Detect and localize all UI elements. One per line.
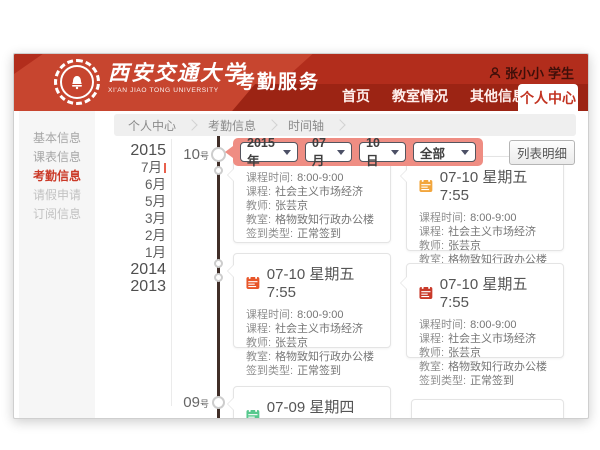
caret-down-icon: [283, 150, 291, 155]
user-role: 学生: [548, 63, 574, 82]
person-icon: [489, 67, 501, 79]
breadcrumb-personal-center[interactable]: 个人中心: [128, 117, 176, 134]
app-header: 西安交通大学 XI'AN JIAO TONG UNIVERSITY 考勤服务 张…: [14, 54, 588, 111]
day-select[interactable]: 10日: [359, 142, 406, 162]
card-title: 07-10 星期五 7:55: [440, 273, 551, 311]
month-item-7[interactable]: 7月: [109, 159, 166, 176]
chevron-right-icon: [334, 119, 345, 130]
university-name-en: XI'AN JIAO TONG UNIVERSITY: [108, 87, 246, 94]
day-marker-10: 10号: [172, 146, 209, 163]
chevron-right-icon: [266, 119, 277, 130]
breadcrumb-attendance-info[interactable]: 考勤信息: [208, 117, 256, 134]
chevron-right-icon: [186, 119, 197, 130]
card-notch: [227, 397, 234, 411]
caret-down-icon: [391, 150, 399, 155]
year-item-2015[interactable]: 2015: [109, 142, 166, 159]
month-item-6[interactable]: 6月: [109, 176, 166, 193]
attendance-app-window: 西安交通大学 XI'AN JIAO TONG UNIVERSITY 考勤服务 张…: [13, 53, 589, 419]
date-filter-bar: 2015年 07月 10日 全部: [233, 138, 483, 166]
calendar-icon: [246, 275, 260, 290]
attendance-card-partial[interactable]: [411, 399, 564, 419]
nav-item-home[interactable]: 首页: [342, 86, 370, 106]
card-title: 07-10 星期五 7:55: [267, 263, 378, 301]
list-divider: [171, 139, 172, 406]
breadcrumb-timeline[interactable]: 时间轴: [288, 117, 324, 134]
card-notch: [227, 168, 234, 182]
breadcrumb: 个人中心 考勤信息 时间轴: [114, 114, 576, 136]
attendance-card[interactable]: 07-09 星期四 7:55 课程时间:8:00-9:00 课程:社会主义市场经…: [233, 386, 391, 419]
sidebar-item-attendance[interactable]: 考勤信息: [19, 167, 95, 186]
nav-tab-personal-center[interactable]: 个人中心: [518, 84, 578, 111]
card-title: 07-10 星期五 7:55: [440, 166, 551, 204]
main-nav: 首页 教室情况 其他信息: [342, 86, 526, 106]
timeline-node-large[interactable]: [212, 396, 225, 409]
calendar-icon: [419, 178, 433, 193]
attendance-card[interactable]: 课程时间:8:00-9:00 课程:社会主义市场经济 教师:张芸京 教室:格物致…: [233, 159, 391, 243]
calendar-icon: [419, 285, 433, 300]
timeline-year-list: 2015 7月 6月 5月 3月 2月 1月 2014 2013: [109, 142, 166, 295]
card-title: 07-09 星期四 7:55: [267, 396, 378, 419]
caret-down-icon: [337, 150, 345, 155]
attendance-card[interactable]: 07-10 星期五 7:55 课程时间:8:00-9:00 课程:社会主义市场经…: [406, 263, 564, 358]
month-item-5[interactable]: 5月: [109, 193, 166, 210]
timeline-node-large[interactable]: [211, 147, 226, 162]
timeline-node-small[interactable]: [214, 259, 223, 268]
year-select[interactable]: 2015年: [240, 142, 298, 162]
card-notch: [400, 169, 407, 183]
university-name: 西安交通大学 XI'AN JIAO TONG UNIVERSITY: [108, 62, 246, 94]
calendar-icon: [246, 408, 260, 420]
sidebar-item-leave-request[interactable]: 请假申请: [19, 186, 95, 205]
app-title: 考勤服务: [236, 67, 320, 94]
sidebar-item-subscription[interactable]: 订阅信息: [19, 205, 95, 224]
university-logo-icon: [54, 59, 100, 105]
attendance-card[interactable]: 07-10 星期五 7:55 课程时间:8:00-9:00 课程:社会主义市场经…: [233, 253, 391, 348]
attendance-card[interactable]: 07-10 星期五 7:55 课程时间:8:00-9:00 课程:社会主义市场经…: [406, 156, 564, 251]
caret-down-icon: [461, 150, 469, 155]
sidebar-item-timetable[interactable]: 课表信息: [19, 148, 95, 167]
card-notch: [400, 276, 407, 290]
year-item-2014[interactable]: 2014: [109, 261, 166, 278]
sidebar-item-basic-info[interactable]: 基本信息: [19, 129, 95, 148]
nav-item-classrooms[interactable]: 教室情况: [392, 86, 448, 106]
month-item-1[interactable]: 1月: [109, 244, 166, 261]
category-select[interactable]: 全部: [413, 142, 476, 162]
month-item-3[interactable]: 3月: [109, 210, 166, 227]
bell-emblem-icon: [68, 73, 86, 91]
timeline-node-small[interactable]: [214, 166, 223, 175]
university-name-zh: 西安交通大学: [108, 62, 246, 86]
list-detail-button[interactable]: 列表明细: [509, 140, 575, 165]
month-select[interactable]: 07月: [305, 142, 352, 162]
month-item-2[interactable]: 2月: [109, 227, 166, 244]
user-info[interactable]: 张小小 学生: [489, 63, 574, 82]
user-name: 张小小: [505, 63, 544, 82]
timeline-node-small[interactable]: [214, 273, 223, 282]
day-marker-09: 09号: [172, 394, 209, 411]
sidebar: 基本信息 课表信息 考勤信息 请假申请 订阅信息: [19, 111, 95, 418]
year-item-2013[interactable]: 2013: [109, 278, 166, 295]
selected-month-tick: [164, 163, 166, 173]
card-notch: [227, 264, 234, 278]
